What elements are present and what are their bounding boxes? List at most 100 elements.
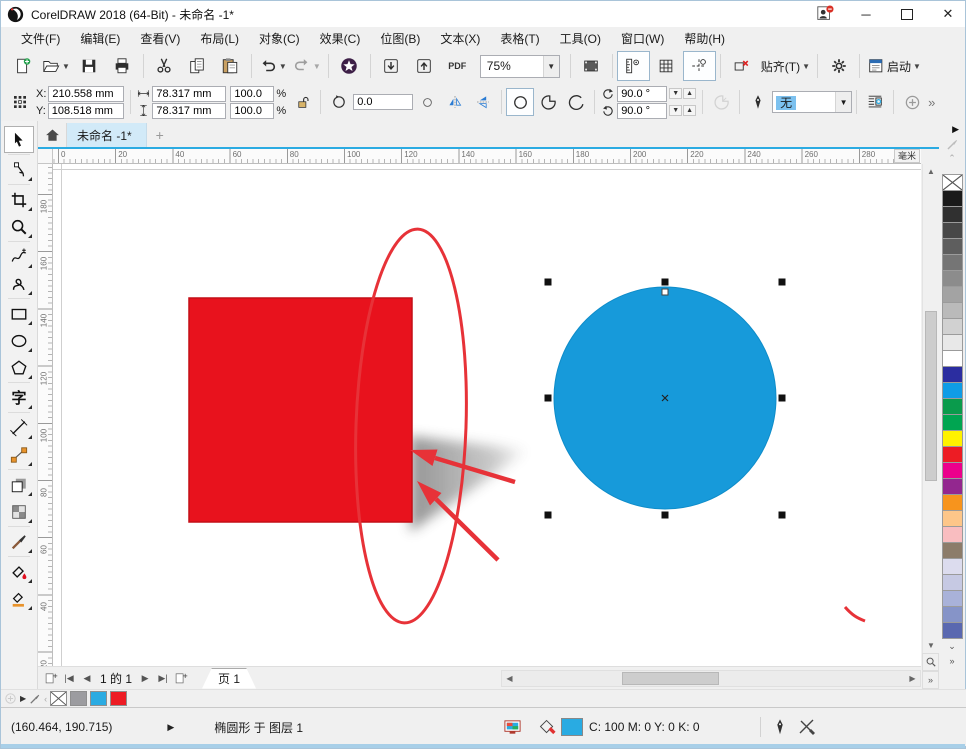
document-color-settings-icon[interactable] bbox=[503, 718, 522, 737]
show-grid-button[interactable] bbox=[650, 51, 683, 81]
start-angle-field[interactable] bbox=[617, 86, 667, 102]
palette-swatch-2[interactable] bbox=[942, 206, 963, 223]
selection-handle[interactable] bbox=[779, 512, 786, 519]
palette-scroll-down-icon[interactable]: ⌄ bbox=[948, 641, 956, 652]
snap-to-dropdown[interactable]: 贴齐(T)▼ bbox=[758, 51, 813, 81]
horizontal-scrollbar[interactable]: ◀ ▶ bbox=[501, 670, 921, 687]
outline-status-icon[interactable] bbox=[797, 717, 817, 737]
scale-h-field[interactable] bbox=[230, 86, 274, 102]
selection-handle[interactable] bbox=[545, 279, 552, 286]
docpal-swatch-1[interactable] bbox=[70, 691, 87, 706]
palette-swatch-24[interactable] bbox=[942, 558, 963, 575]
palette-swatch-28[interactable] bbox=[942, 622, 963, 639]
horizontal-scroll-thumb[interactable] bbox=[622, 672, 719, 685]
new-tab-button[interactable]: + bbox=[147, 123, 173, 147]
account-button[interactable] bbox=[808, 1, 842, 27]
tool-rectangle[interactable] bbox=[4, 300, 34, 327]
selection-handle[interactable] bbox=[545, 512, 552, 519]
prev-page-button[interactable]: ◀ bbox=[78, 669, 96, 687]
palette-swatch-13[interactable] bbox=[942, 382, 963, 399]
docpal-add-icon[interactable] bbox=[4, 692, 17, 705]
docpal-scroll-left-icon[interactable]: ‹ bbox=[44, 694, 47, 704]
docpal-flyout-icon[interactable]: ▶ bbox=[20, 694, 26, 703]
tool-connector[interactable] bbox=[4, 441, 34, 468]
print-button[interactable] bbox=[106, 51, 139, 81]
menu-item-0[interactable]: 文件(F) bbox=[11, 28, 70, 49]
palette-swatch-11[interactable] bbox=[942, 350, 963, 367]
launcher-button[interactable]: 启动▼ bbox=[864, 51, 924, 81]
object-width-field[interactable] bbox=[152, 86, 226, 102]
paste-button[interactable] bbox=[214, 51, 247, 81]
last-page-button[interactable]: ▶| bbox=[154, 669, 172, 687]
outline-pen-status-icon[interactable] bbox=[771, 718, 789, 736]
selection-handle[interactable] bbox=[779, 279, 786, 286]
selection-handle[interactable] bbox=[779, 395, 786, 402]
tool-text[interactable]: 字 bbox=[4, 384, 34, 411]
add-page-button-left[interactable] bbox=[42, 669, 60, 687]
vertical-ruler[interactable]: 18016014012010080604020 bbox=[38, 164, 53, 666]
selection-handle[interactable] bbox=[545, 395, 552, 402]
palette-swatch-15[interactable] bbox=[942, 414, 963, 431]
menu-item-4[interactable]: 对象(C) bbox=[249, 28, 310, 49]
tool-shape[interactable] bbox=[4, 156, 34, 183]
navigator-button[interactable] bbox=[922, 653, 939, 671]
fullscreen-preview-button[interactable] bbox=[575, 51, 608, 81]
add-preset-button[interactable] bbox=[898, 88, 926, 116]
docpal-swatch-2[interactable] bbox=[90, 691, 107, 706]
menu-item-5[interactable]: 效果(C) bbox=[310, 28, 371, 49]
palette-flyout-icon[interactable]: ▶ bbox=[952, 121, 965, 135]
show-rulers-button[interactable] bbox=[617, 51, 650, 81]
scroll-down-icon[interactable]: ▼ bbox=[923, 638, 939, 653]
palette-expand-icon[interactable]: » bbox=[949, 656, 954, 666]
red-square[interactable] bbox=[189, 298, 412, 522]
page-tab[interactable]: 页 1 bbox=[202, 668, 256, 689]
status-flyout-icon[interactable]: ▶ bbox=[167, 722, 174, 733]
next-page-button[interactable]: ▶ bbox=[136, 669, 154, 687]
propbar-overflow-icon[interactable]: » bbox=[928, 95, 935, 110]
menu-item-2[interactable]: 查看(V) bbox=[130, 28, 190, 49]
home-tab-button[interactable] bbox=[38, 123, 66, 147]
outline-width-combo[interactable]: 无▼ bbox=[772, 91, 852, 113]
welcome-screen-button[interactable] bbox=[333, 51, 366, 81]
tool-zoom[interactable] bbox=[4, 213, 34, 240]
palette-swatch-17[interactable] bbox=[942, 446, 963, 463]
palette-swatch-25[interactable] bbox=[942, 574, 963, 591]
tool-smart-fill[interactable] bbox=[4, 585, 34, 612]
minimize-button[interactable]: ─ bbox=[849, 1, 883, 27]
redo-button[interactable]: ▼ bbox=[290, 51, 324, 81]
tool-freehand[interactable] bbox=[4, 243, 34, 270]
palette-swatch-7[interactable] bbox=[942, 286, 963, 303]
change-direction-button[interactable] bbox=[707, 88, 735, 116]
menu-item-3[interactable]: 布局(L) bbox=[190, 28, 249, 49]
ruler-origin[interactable] bbox=[38, 149, 53, 164]
close-button[interactable]: ✕ bbox=[931, 1, 965, 27]
palette-swatch-18[interactable] bbox=[942, 462, 963, 479]
import-button[interactable] bbox=[375, 51, 408, 81]
chevron-down-icon[interactable]: ▼ bbox=[835, 92, 851, 112]
tool-interactive-fill[interactable] bbox=[4, 558, 34, 585]
cut-button[interactable] bbox=[148, 51, 181, 81]
menu-item-8[interactable]: 表格(T) bbox=[490, 28, 549, 49]
menu-item-6[interactable]: 位图(B) bbox=[370, 28, 430, 49]
palette-swatch-16[interactable] bbox=[942, 430, 963, 447]
new-document-button[interactable] bbox=[6, 51, 39, 81]
tool-polygon[interactable] bbox=[4, 354, 34, 381]
pie-mode-button[interactable] bbox=[534, 88, 562, 116]
expand-scroll-button[interactable]: » bbox=[922, 671, 939, 689]
menu-item-10[interactable]: 窗口(W) bbox=[611, 28, 674, 49]
mirror-vertical-button[interactable] bbox=[469, 88, 497, 116]
open-button[interactable]: ▼ bbox=[39, 51, 73, 81]
tool-crop[interactable] bbox=[4, 186, 34, 213]
scroll-right-icon[interactable]: ▶ bbox=[905, 671, 920, 686]
undo-button[interactable]: ▼ bbox=[256, 51, 290, 81]
menu-item-11[interactable]: 帮助(H) bbox=[674, 28, 735, 49]
menu-item-9[interactable]: 工具(O) bbox=[550, 28, 611, 49]
palette-swatch-14[interactable] bbox=[942, 398, 963, 415]
export-button[interactable] bbox=[408, 51, 441, 81]
horizontal-ruler[interactable]: 毫米 0204060801001201401601802002202402602… bbox=[53, 149, 921, 164]
tool-parallel-dimension[interactable] bbox=[4, 414, 34, 441]
drawing-canvas[interactable] bbox=[53, 164, 921, 666]
palette-swatch-9[interactable] bbox=[942, 318, 963, 335]
tool-color-eyedropper[interactable] bbox=[4, 528, 34, 555]
palette-swatch-19[interactable] bbox=[942, 478, 963, 495]
